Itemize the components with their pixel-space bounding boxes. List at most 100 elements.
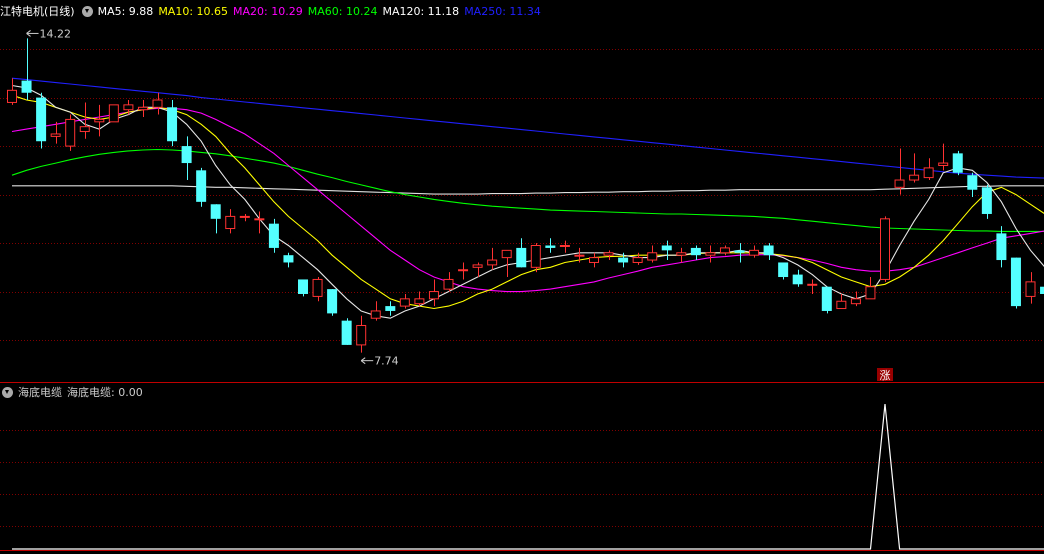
candle-body-down: [661, 245, 672, 251]
candle-body-up: [225, 215, 236, 230]
candle-body-up: [137, 106, 148, 111]
candle-body-up: [705, 252, 716, 256]
candle: [298, 279, 308, 297]
candle: [705, 245, 716, 263]
candle: [603, 250, 614, 261]
ma60-label: MA60: 10.24: [307, 5, 378, 18]
stock-chart[interactable]: 14.22 7.74 涨: [0, 0, 1044, 554]
candle-body-down: [1040, 286, 1044, 294]
indicator-panel-header: 海底电缆 海底电缆: 0.00: [0, 384, 148, 402]
ma10-label: MA10: 10.65: [158, 5, 229, 18]
candle-body-up: [865, 286, 876, 300]
annotations: 14.22 7.74 涨: [26, 27, 893, 382]
candle: [850, 291, 861, 307]
candle-body-down: [792, 274, 803, 285]
ma250-line: [11, 77, 1044, 179]
candle: [821, 286, 832, 314]
candle-body-up: [239, 215, 250, 218]
high-price-label: 14.22: [40, 27, 72, 40]
candle: [647, 245, 658, 263]
candle-body-up: [647, 252, 658, 261]
candle: [894, 148, 905, 195]
candle-body-down: [952, 153, 963, 173]
price-panel-header: 江特电机(日线) MA5: 9.88 MA10: 10.65 MA20: 10.29 M…: [0, 3, 546, 21]
candle-body-down: [1010, 257, 1021, 307]
candle: [690, 245, 701, 261]
candle: [137, 100, 148, 117]
candle-body-up: [123, 104, 134, 111]
candle: [1025, 272, 1036, 304]
candle-body-down: [21, 80, 32, 93]
candle: [21, 38, 32, 101]
ma120-line: [12, 185, 1044, 195]
candle-body-up: [749, 249, 760, 256]
candle-body-up: [399, 298, 410, 307]
candle-body-down: [283, 255, 294, 263]
candle-body-up: [719, 247, 730, 254]
candle-body-up: [880, 218, 890, 280]
dropdown-icon[interactable]: [81, 5, 93, 17]
candle: [719, 245, 730, 256]
moving-average-lines: [11, 77, 1044, 319]
candle-body-up: [94, 118, 105, 123]
candle: [749, 245, 760, 258]
candle-body-up: [836, 300, 847, 310]
candle-body-up: [7, 89, 17, 103]
candle: [1010, 257, 1021, 309]
candle-body-up: [923, 167, 934, 179]
candle-body-up: [443, 278, 454, 290]
candle-body-up: [894, 179, 905, 188]
candle: [399, 293, 410, 309]
candle-body-up: [152, 99, 163, 108]
candle-body-up: [559, 244, 570, 247]
candle-body-up: [676, 252, 687, 256]
candle-body-up: [356, 325, 367, 346]
candle: [458, 262, 469, 280]
candle: [938, 143, 949, 171]
candle-body-down: [996, 233, 1007, 261]
candle: [792, 269, 803, 287]
candle: [778, 262, 789, 280]
candle-body-down: [385, 306, 396, 311]
candle-body-down: [690, 247, 701, 256]
candle: [952, 150, 963, 176]
candle-body-down: [36, 97, 47, 142]
candle-body-down: [967, 175, 978, 190]
candle-body-up: [1025, 281, 1036, 297]
candle: [967, 172, 978, 197]
candle: [530, 243, 541, 273]
candle: [152, 92, 163, 115]
candle: [385, 301, 396, 316]
candle-body-up: [909, 174, 920, 181]
candle-body-down: [167, 107, 178, 142]
candle: [181, 136, 192, 181]
candle-body-up: [472, 264, 483, 268]
candle-body-down: [981, 187, 992, 214]
candle: [239, 213, 250, 222]
candle: [559, 240, 570, 253]
candle: [909, 153, 920, 183]
indicator-panel: [12, 403, 1044, 550]
candle-body-up: [589, 257, 599, 263]
candle-body-up: [428, 291, 439, 300]
candle-body-up: [79, 126, 90, 133]
candle: [225, 209, 236, 234]
candle-body-up: [458, 269, 469, 272]
candle: [108, 104, 119, 123]
candle: [79, 102, 90, 139]
candle: [414, 291, 425, 307]
candle: [167, 100, 178, 147]
candle-body-down: [734, 250, 745, 253]
candle-body-up: [530, 244, 541, 268]
candle-body-up: [370, 310, 381, 319]
candle: [865, 277, 876, 300]
candle: [36, 92, 47, 149]
candle-body-up: [850, 298, 861, 305]
candle: [443, 272, 454, 292]
candle: [210, 204, 221, 234]
dropdown-icon[interactable]: [2, 386, 13, 398]
candle: [923, 158, 934, 181]
ma250-label: MA250: 11.34: [464, 5, 541, 18]
candle: [283, 252, 294, 268]
indicator-name: 海底电缆: [18, 386, 62, 399]
